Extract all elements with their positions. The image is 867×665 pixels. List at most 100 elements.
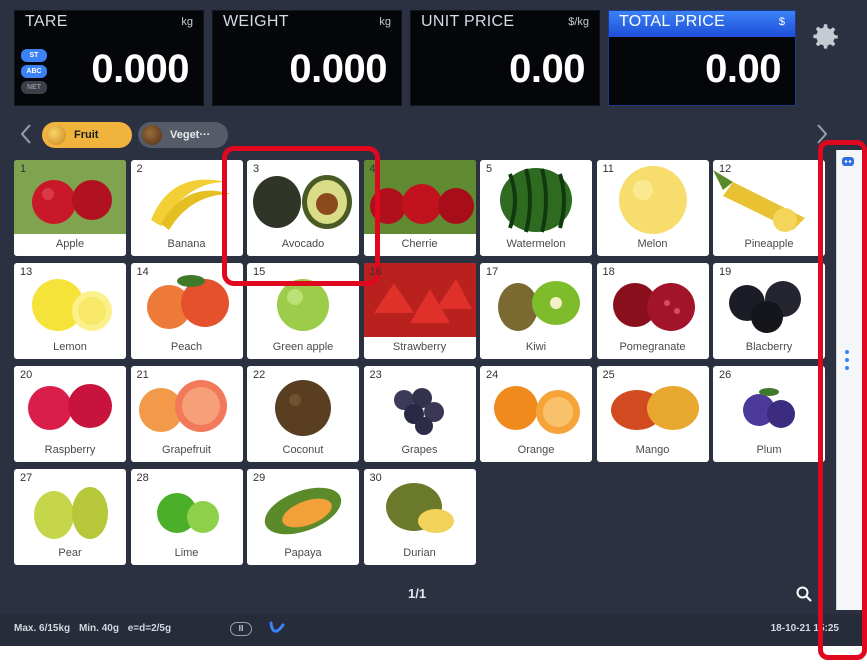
abc-indicator: ABC: [21, 65, 47, 78]
product-number: 26: [719, 369, 732, 381]
product-name: Kiwi: [525, 341, 547, 353]
product-image: [253, 175, 352, 229]
weight-unit: kg: [379, 16, 391, 28]
product-image: [363, 160, 476, 234]
product-tile-orange[interactable]: 24 Orange: [480, 366, 592, 462]
tare-value: 0.000: [91, 47, 189, 91]
fruit-category-icon: [46, 125, 66, 145]
product-name: Blacberry: [745, 341, 793, 353]
total-price-label: TOTAL PRICE: [619, 13, 726, 30]
drawer-grip-icon: [845, 350, 851, 374]
product-tile-peach[interactable]: 14 Peach: [130, 263, 243, 359]
side-drawer-handle[interactable]: [836, 150, 867, 610]
product-tile-blacberry[interactable]: 19 Blacberry: [713, 263, 825, 359]
product-tile-watermelon[interactable]: 5 Watermelon: [480, 160, 592, 256]
product-tile-apple[interactable]: 1 Apple: [14, 160, 126, 256]
product-image: [500, 168, 572, 233]
product-tile-green-apple[interactable]: 15 Green apple: [247, 263, 359, 359]
weight-value: 0.000: [289, 47, 387, 91]
product-number: 24: [486, 369, 499, 381]
product-number: 17: [486, 266, 499, 278]
product-name: Plum: [756, 444, 782, 456]
chevron-left-icon[interactable]: [18, 122, 34, 146]
total-price-display: TOTAL PRICE $ 0.00: [608, 10, 796, 106]
product-tile-mango[interactable]: 25 Mango: [596, 366, 709, 462]
product-number: 25: [602, 369, 615, 381]
category-tab-fruit[interactable]: Fruit: [42, 122, 132, 148]
product-tile-strawberry[interactable]: 16 Strawberry: [363, 263, 476, 359]
scale-app: TARE kg ST ABC NET 0.000 WEIGHT kg 0.000…: [0, 0, 867, 665]
category-label-fruit: Fruit: [74, 129, 99, 141]
product-tile-kiwi[interactable]: 17 Kiwi: [480, 263, 592, 359]
product-number: 13: [20, 266, 33, 278]
product-name: Coconut: [282, 444, 324, 456]
product-tile-grapes[interactable]: 23 Grapes: [363, 366, 476, 462]
product-name: Lemon: [53, 341, 87, 353]
product-number: 4: [369, 163, 376, 175]
product-tile-pear[interactable]: 27 Pear: [14, 469, 126, 565]
product-tile-pomegranate[interactable]: 18 Pomegranate: [596, 263, 709, 359]
product-name: Watermelon: [506, 238, 566, 250]
gear-icon[interactable]: [808, 20, 842, 54]
product-tile-plum[interactable]: 26 Plum: [713, 366, 825, 462]
product-number: 28: [136, 472, 149, 484]
product-number: 29: [253, 472, 266, 484]
weight-display: WEIGHT kg 0.000: [212, 10, 402, 106]
product-tile-grapefruit[interactable]: 21 Grapefruit: [130, 366, 243, 462]
product-tile-raspberry[interactable]: 20 Raspberry: [14, 366, 126, 462]
total-price-value: 0.00: [705, 47, 781, 91]
product-number: 18: [602, 266, 615, 278]
product-tile-papaya[interactable]: 29 Papaya: [247, 469, 359, 565]
date-time: 18-10-21 15:25: [770, 623, 839, 634]
weight-label: WEIGHT: [223, 13, 289, 30]
product-name: Lime: [174, 547, 199, 559]
robot-icon: [842, 157, 854, 166]
product-number: 21: [136, 369, 149, 381]
min-capacity: Min. 40g: [78, 623, 119, 634]
product-name: Strawberry: [392, 341, 447, 353]
category-label-vegetables: Veget···: [170, 129, 211, 141]
product-tile-coconut[interactable]: 22 Coconut: [247, 366, 359, 462]
product-tile-lemon[interactable]: 13 Lemon: [14, 263, 126, 359]
product-tile-durian[interactable]: 30 Durian: [363, 469, 476, 565]
category-tab-vegetables[interactable]: Veget···: [138, 122, 228, 148]
bottom-strip: [0, 646, 867, 665]
product-name: Peach: [170, 341, 203, 353]
division: e=d=2/5g: [127, 623, 172, 634]
search-icon[interactable]: [795, 585, 813, 603]
product-tile-cherrie[interactable]: 4 Cherrie: [363, 160, 476, 256]
product-number: 1: [20, 163, 27, 175]
st-indicator: ST: [21, 49, 47, 62]
product-tile-lime[interactable]: 28 Lime: [130, 469, 243, 565]
product-name: Mango: [635, 444, 670, 456]
vegetable-category-icon: [142, 125, 162, 145]
chevron-right-icon[interactable]: [814, 122, 830, 146]
product-name: Apple: [55, 238, 85, 250]
status-bar: Max. 6/15kg Min. 40g e=d=2/5g Ⅲ 18-10-21…: [0, 614, 867, 646]
tare-label: TARE: [25, 13, 68, 30]
product-tile-pineapple[interactable]: 12 Pineapple: [713, 160, 825, 256]
tare-display: TARE kg ST ABC NET 0.000: [14, 10, 204, 106]
product-name: Banana: [167, 238, 206, 250]
product-tile-avocado[interactable]: 3 Avocado: [247, 160, 359, 256]
max-capacity: Max. 6/15kg: [14, 623, 71, 634]
product-tile-banana[interactable]: 2 Banana: [130, 160, 243, 256]
net-indicator: NET: [21, 81, 47, 94]
product-image: [14, 160, 126, 234]
product-name: Green apple: [272, 341, 334, 353]
product-number: 15: [253, 266, 266, 278]
total-price-unit: $: [778, 16, 785, 28]
product-name: Pineapple: [744, 238, 794, 250]
brand-logo-icon: [269, 621, 285, 633]
scale-spec: Max. 6/15kg Min. 40g e=d=2/5g: [14, 623, 177, 634]
product-number: 27: [20, 472, 33, 484]
product-number: 20: [20, 369, 33, 381]
product-number: 23: [369, 369, 382, 381]
product-tile-melon[interactable]: 11 Melon: [596, 160, 709, 256]
product-name: Pomegranate: [619, 341, 686, 353]
product-number: 3: [253, 163, 260, 175]
tare-unit: kg: [181, 16, 193, 28]
status-indicator-stack: ST ABC NET: [21, 49, 47, 97]
unit-price-display: UNIT PRICE $/kg 0.00: [410, 10, 600, 106]
product-name: Grapes: [401, 444, 438, 456]
